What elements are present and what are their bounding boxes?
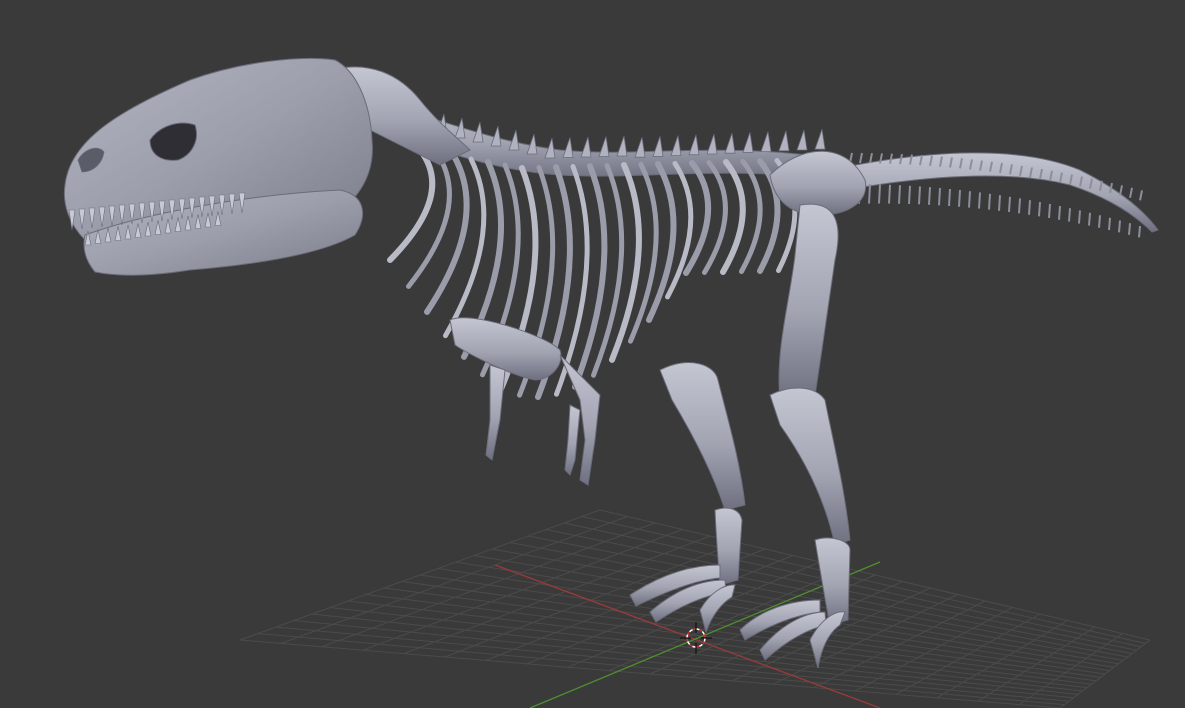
floor-grid [239,509,1151,708]
neural-spine [526,133,538,155]
tail-chevron [1018,198,1021,214]
tail-chevron [878,184,881,204]
tail-chevron [1138,225,1141,238]
neural-spine [760,131,772,153]
viewport-canvas[interactable] [0,0,1185,708]
neural-spine [580,136,592,158]
hind-leg-far [629,362,746,634]
tail-chevron [1128,223,1131,235]
neural-spine [742,132,754,153]
tail-chevron [1088,212,1091,226]
tail-chevron [998,195,1001,211]
tail-spine [859,152,863,164]
tail-chevron [1038,201,1041,217]
tail-chevron [1078,210,1081,224]
tail-chevron [918,186,921,205]
skull [63,57,373,276]
tail-spine [1129,187,1133,199]
neural-spine [508,129,520,151]
rib-cage [387,147,798,400]
tail-chevron [1108,217,1111,231]
neural-spine [616,135,628,157]
neural-spine [706,133,718,155]
tail-spine [869,152,873,164]
rib [387,147,436,263]
neural-spine [778,130,790,152]
tail-chevron [908,185,911,205]
tail-chevron [948,188,951,207]
tail-chevron [938,187,941,206]
tail-chevron [958,189,961,207]
front-arms [449,317,601,486]
neural-spine [652,136,664,157]
tail-chevron [868,184,871,204]
tail-chevron [1098,215,1101,228]
neural-spine [688,134,700,156]
tail-chevron [978,192,981,209]
neural-spine [724,133,736,154]
neural-spine [634,137,646,158]
tail-spine [1119,185,1123,196]
tail-chevron [968,191,971,208]
tail-chevron [1118,220,1121,233]
grid-line [293,620,1074,699]
neural-spine [598,136,610,157]
tail-chevron [1028,200,1031,215]
tail-chevron [988,193,991,210]
neural-spine [796,129,808,151]
tail-chevron [928,187,931,205]
hind-leg-near [739,203,851,669]
tail-chevron [898,185,901,204]
neural-spine [562,137,574,158]
tail-chevron [1048,203,1051,219]
tail-chevron [1068,208,1071,222]
tail-chevron [888,184,891,204]
tail-chevron [1058,205,1061,220]
neural-spine [490,125,502,147]
tail-vertebrae [839,152,1159,238]
neural-spine [814,129,826,150]
3d-viewport[interactable] [0,0,1185,708]
trex-skeleton-model[interactable] [63,57,1159,669]
tail-spine [1139,190,1143,201]
tail-chevron [1008,196,1011,213]
neural-spine [670,135,682,157]
